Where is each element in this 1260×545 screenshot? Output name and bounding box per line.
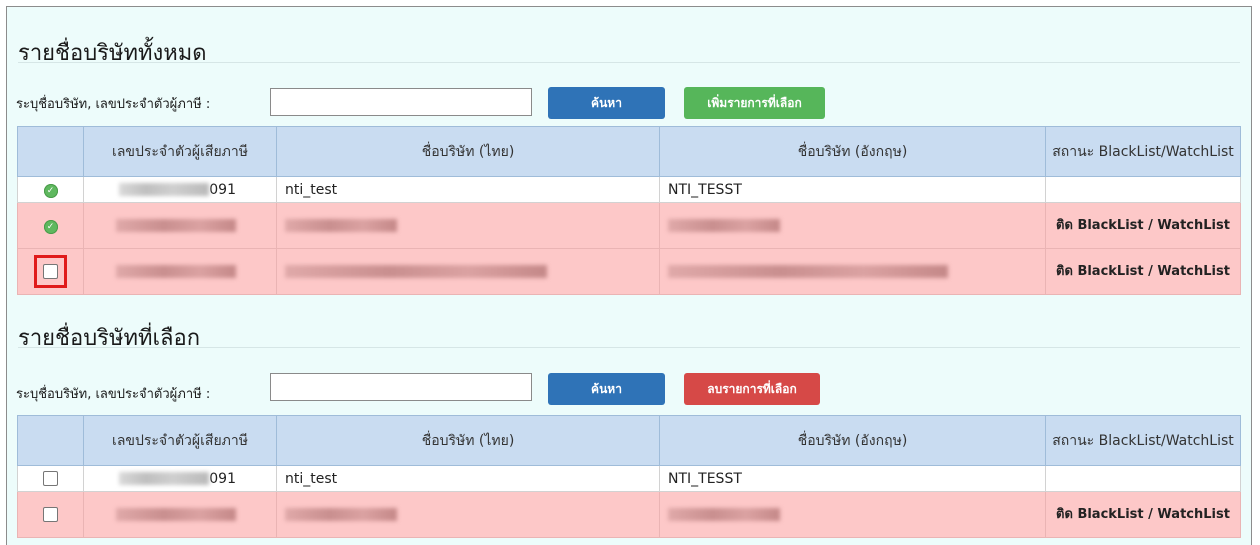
tax-id-value: 091	[209, 181, 236, 198]
redacted-english-name	[668, 508, 780, 521]
select-cell	[17, 465, 84, 492]
add-selected-button[interactable]: เพิ่มรายการที่เลือก	[684, 87, 825, 119]
thai-name-cell: nti_test	[276, 176, 660, 203]
tax-id-cell: 091	[83, 465, 277, 492]
title-divider	[18, 347, 1240, 348]
row-checkbox[interactable]	[43, 507, 58, 522]
thai-name-cell	[276, 202, 660, 249]
selected-companies-table: เลขประจำตัวผู้เสียภาษี ชื่อบริษัท (ไทย) …	[17, 415, 1241, 538]
english-name-cell	[659, 491, 1046, 538]
search-button[interactable]: ค้นหา	[548, 87, 665, 119]
select-cell: ✓	[17, 202, 84, 249]
title-divider	[18, 62, 1240, 63]
search-input[interactable]	[270, 373, 532, 401]
status-column-header[interactable]: สถานะ BlackList/WatchList	[1045, 415, 1241, 466]
select-column-header	[17, 415, 84, 466]
select-cell: ✓	[17, 176, 84, 203]
highlighted-checkbox-frame	[34, 255, 67, 288]
english-name-cell	[659, 202, 1046, 249]
redacted-thai-name	[285, 508, 397, 521]
tax-id-column-header[interactable]: เลขประจำตัวผู้เสียภาษี	[83, 126, 277, 177]
table-row[interactable]: ✓ 091 nti_test NTI_TESST	[17, 176, 1241, 203]
tax-id-cell	[83, 248, 277, 295]
select-cell	[17, 491, 84, 538]
redacted-tax-id	[116, 219, 236, 232]
redacted-tax-prefix	[119, 472, 210, 485]
selected-companies-title: รายชื่อบริษัทที่เลือก	[18, 326, 201, 351]
thai-name-cell	[276, 491, 660, 538]
select-column-header	[17, 126, 84, 177]
checkmark-circle-icon: ✓	[43, 184, 58, 198]
thai-name-column-header[interactable]: ชื่อบริษัท (ไทย)	[276, 126, 660, 177]
redacted-tax-prefix	[119, 183, 210, 196]
company-selection-panel: รายชื่อบริษัททั้งหมด ระบุชื่อบริษัท, เลข…	[6, 6, 1252, 545]
status-cell	[1045, 465, 1241, 492]
search-label: ระบุชื่อบริษัท, เลขประจำตัวผู้ภาษี :	[16, 387, 211, 402]
table-header-row: เลขประจำตัวผู้เสียภาษี ชื่อบริษัท (ไทย) …	[17, 126, 1241, 177]
table-row[interactable]: ติด BlackList / WatchList	[17, 491, 1241, 538]
select-cell	[17, 248, 84, 295]
tax-id-cell	[83, 491, 277, 538]
search-input[interactable]	[270, 88, 532, 116]
english-name-cell: NTI_TESST	[659, 176, 1046, 203]
status-cell: ติด BlackList / WatchList	[1045, 491, 1241, 538]
search-label: ระบุชื่อบริษัท, เลขประจำตัวผู้ภาษี :	[16, 97, 211, 112]
tax-id-cell	[83, 202, 277, 249]
table-header-row: เลขประจำตัวผู้เสียภาษี ชื่อบริษัท (ไทย) …	[17, 415, 1241, 466]
redacted-thai-name	[285, 265, 547, 278]
status-cell: ติด BlackList / WatchList	[1045, 248, 1241, 295]
row-checkbox[interactable]	[43, 264, 58, 279]
thai-name-cell	[276, 248, 660, 295]
all-companies-table: เลขประจำตัวผู้เสียภาษี ชื่อบริษัท (ไทย) …	[17, 126, 1241, 295]
redacted-thai-name	[285, 219, 397, 232]
table-row[interactable]: 091 nti_test NTI_TESST	[17, 465, 1241, 492]
redacted-tax-id	[116, 265, 236, 278]
redacted-english-name	[668, 219, 780, 232]
english-name-cell	[659, 248, 1046, 295]
status-column-header[interactable]: สถานะ BlackList/WatchList	[1045, 126, 1241, 177]
checkmark-circle-icon: ✓	[43, 220, 58, 234]
search-button[interactable]: ค้นหา	[548, 373, 665, 405]
all-companies-title: รายชื่อบริษัททั้งหมด	[18, 41, 207, 66]
english-name-cell: NTI_TESST	[659, 465, 1046, 492]
english-name-column-header[interactable]: ชื่อบริษัท (อังกฤษ)	[659, 126, 1046, 177]
tax-id-value: 091	[209, 470, 236, 487]
redacted-tax-id	[116, 508, 236, 521]
tax-id-column-header[interactable]: เลขประจำตัวผู้เสียภาษี	[83, 415, 277, 466]
tax-id-cell: 091	[83, 176, 277, 203]
thai-name-cell: nti_test	[276, 465, 660, 492]
table-row[interactable]: ✓ ติด BlackList / WatchList	[17, 202, 1241, 249]
english-name-column-header[interactable]: ชื่อบริษัท (อังกฤษ)	[659, 415, 1046, 466]
redacted-english-name	[668, 265, 948, 278]
table-row[interactable]: ติด BlackList / WatchList	[17, 248, 1241, 295]
status-cell	[1045, 176, 1241, 203]
status-cell: ติด BlackList / WatchList	[1045, 202, 1241, 249]
remove-selected-button[interactable]: ลบรายการที่เลือก	[684, 373, 820, 405]
row-checkbox[interactable]	[43, 471, 58, 486]
thai-name-column-header[interactable]: ชื่อบริษัท (ไทย)	[276, 415, 660, 466]
